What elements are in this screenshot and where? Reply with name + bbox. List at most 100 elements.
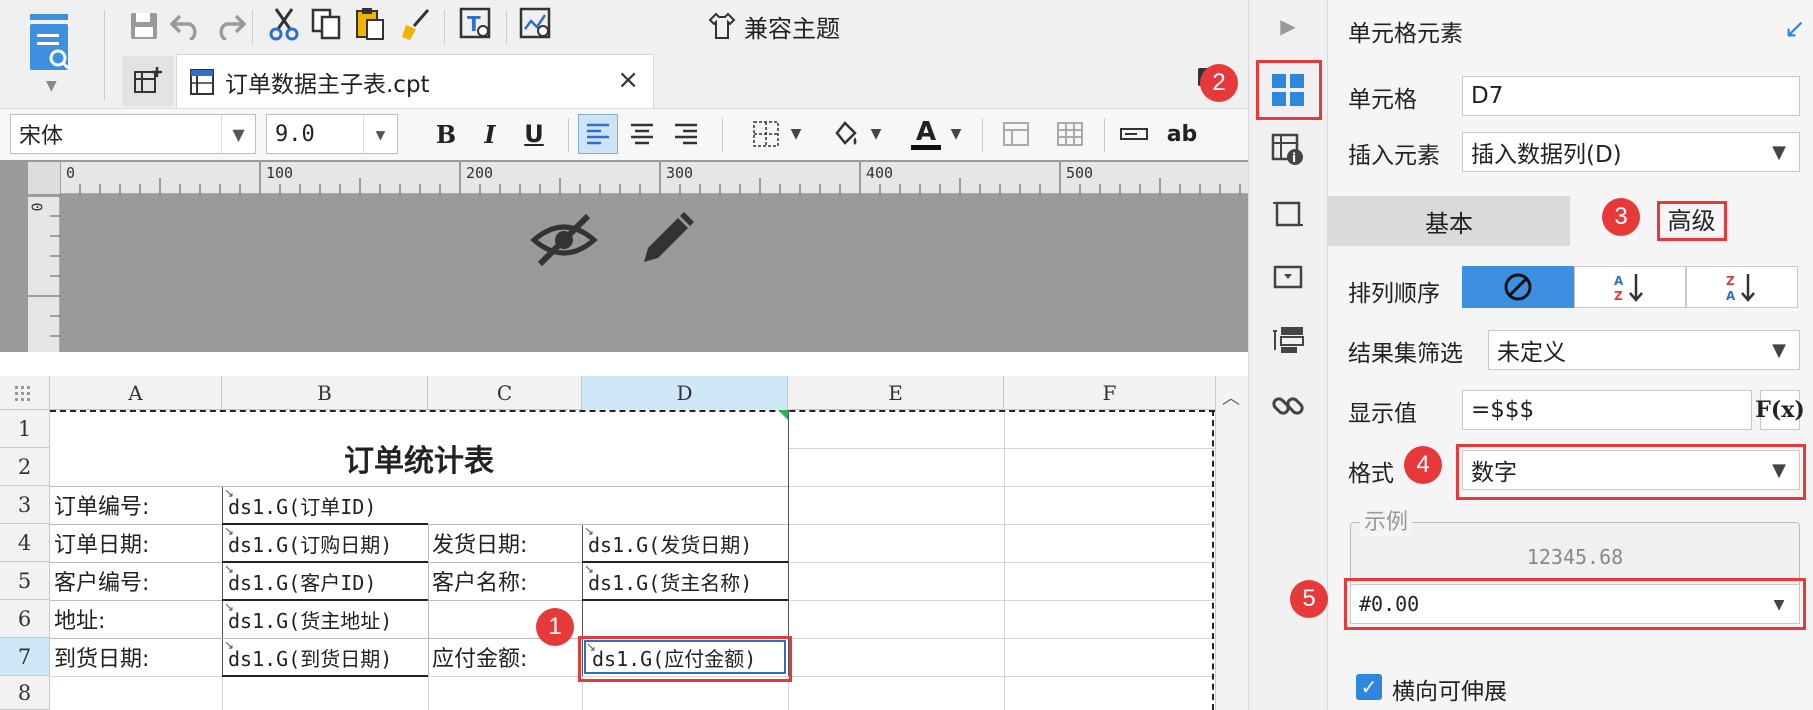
bold-button[interactable]: B <box>426 114 466 154</box>
fill-color-button[interactable] <box>826 114 866 154</box>
column-header-d[interactable]: D <box>582 376 788 410</box>
chevron-down-icon[interactable]: ▼ <box>944 114 968 154</box>
tab-advanced-label: 高级 <box>1656 201 1727 241</box>
toolbar-divider <box>444 10 445 44</box>
cell-b7[interactable]: ds1.G(到货日期) <box>222 638 428 676</box>
tab-close-icon[interactable]: × <box>617 65 639 95</box>
font-family-select[interactable]: 宋体 ▼ <box>10 114 256 154</box>
text-search-icon[interactable]: T <box>454 2 498 46</box>
cell-address-input[interactable]: D7 <box>1462 76 1800 116</box>
compat-theme-button[interactable]: 兼容主题 <box>708 8 840 44</box>
paste-icon[interactable] <box>348 2 392 46</box>
split-cells-button[interactable] <box>1050 114 1090 154</box>
condition-attribute-icon[interactable] <box>1266 318 1310 362</box>
row-header-8[interactable]: 8 <box>0 676 50 710</box>
cell-b6[interactable]: ds1.G(货主地址) <box>222 600 788 638</box>
cell-a3[interactable]: 订单编号: <box>50 486 222 524</box>
format-label: 格式 <box>1348 461 1394 487</box>
chart-search-icon[interactable] <box>514 2 558 46</box>
text-label-button[interactable]: ab <box>1162 114 1202 154</box>
font-size-select[interactable]: 9.0 ▼ <box>266 114 398 154</box>
column-header-a[interactable]: A <box>50 376 222 410</box>
tab-basic[interactable]: 基本 <box>1328 196 1570 246</box>
sort-ascending-button[interactable]: AZ <box>1574 266 1686 308</box>
row-header-6[interactable]: 6 <box>0 600 50 638</box>
column-header-b[interactable]: B <box>222 376 428 410</box>
cell-c4[interactable]: 发货日期: <box>428 524 582 562</box>
tab-file[interactable]: 订单数据主子表.cpt × <box>176 54 654 108</box>
row-header-5[interactable]: 5 <box>0 562 50 600</box>
format-divider <box>982 118 983 152</box>
column-header-e[interactable]: E <box>788 376 1004 410</box>
row-header-2[interactable]: 2 <box>0 448 50 486</box>
cell-d4[interactable]: ds1.G(发货日期) <box>582 524 788 562</box>
edit-pencil-icon[interactable] <box>636 210 696 270</box>
panel-dock-icon[interactable]: ↙ <box>1784 14 1806 44</box>
horizontal-expand-checkbox[interactable]: ✓ <box>1356 674 1382 700</box>
result-filter-select[interactable]: 未定义 ▼ <box>1488 330 1800 370</box>
hide-eye-icon[interactable] <box>530 212 598 268</box>
align-center-button[interactable] <box>622 114 662 154</box>
sort-order-label: 排列顺序 <box>1348 281 1440 307</box>
row-header-3[interactable]: 3 <box>0 486 50 524</box>
chevron-down-icon[interactable]: ▼ <box>1759 133 1799 171</box>
text-field-button[interactable] <box>1114 114 1154 154</box>
cell-attribute-icon[interactable]: i <box>1266 128 1310 172</box>
cell-a4[interactable]: 订单日期: <box>50 524 222 562</box>
align-left-button[interactable] <box>578 114 618 154</box>
save-icon[interactable] <box>122 4 166 48</box>
chevron-down-icon[interactable]: ▼ <box>1759 331 1799 369</box>
svg-text:A: A <box>1726 289 1736 302</box>
cell-b4[interactable]: ds1.G(订购日期) <box>222 524 428 562</box>
align-right-button[interactable] <box>666 114 706 154</box>
sort-none-button[interactable] <box>1462 266 1574 308</box>
font-color-button[interactable]: A <box>906 114 946 154</box>
vertical-scrollbar[interactable]: ︿ <box>1215 376 1248 710</box>
underline-button[interactable]: U <box>514 114 554 154</box>
cell-a7[interactable]: 到货日期: <box>50 638 222 676</box>
chevron-down-icon[interactable]: ▼ <box>221 115 255 153</box>
insert-element-select[interactable]: 插入数据列(D) ▼ <box>1462 132 1800 172</box>
data-column-marker: ↘ <box>584 562 595 576</box>
report-title-cell[interactable]: 订单统计表 <box>50 430 788 486</box>
cell-b3[interactable]: ds1.G(订单ID) <box>222 486 788 524</box>
logo-menu-caret-icon[interactable]: ▼ <box>46 78 57 94</box>
format-brush-icon[interactable] <box>394 2 438 46</box>
italic-button[interactable]: I <box>470 114 510 154</box>
cell-a5[interactable]: 客户编号: <box>50 562 222 600</box>
display-value-input[interactable]: =$$$ <box>1462 390 1752 430</box>
row-header-4[interactable]: 4 <box>0 524 50 562</box>
chevron-down-icon[interactable]: ▼ <box>363 115 397 153</box>
border-button[interactable] <box>746 114 786 154</box>
widget-icon[interactable] <box>1266 192 1310 236</box>
column-header-f[interactable]: F <box>1004 376 1215 410</box>
chevron-down-icon[interactable]: ▼ <box>784 114 808 154</box>
cut-icon[interactable] <box>262 2 306 46</box>
example-value: 12345.68 <box>1526 545 1624 569</box>
column-header-c[interactable]: C <box>428 376 582 410</box>
copy-icon[interactable] <box>304 2 348 46</box>
hyperlink-icon[interactable] <box>1266 384 1310 428</box>
cell-element-icon[interactable] <box>1266 68 1310 112</box>
sort-descending-button[interactable]: ZA <box>1686 266 1798 308</box>
chevron-down-icon[interactable]: ▼ <box>864 114 888 154</box>
cell-b5[interactable]: ds1.G(客户ID) <box>222 562 428 600</box>
row-header-1[interactable]: 1 <box>0 410 50 448</box>
cell-a6[interactable]: 地址: <box>50 600 222 638</box>
select-all-corner[interactable] <box>0 376 50 410</box>
cell-d5[interactable]: ds1.G(货主名称) <box>582 562 788 600</box>
redo-icon[interactable] <box>208 4 252 48</box>
undo-icon[interactable] <box>164 4 208 48</box>
callout-2: 2 <box>1200 64 1238 102</box>
formula-button[interactable]: F(x) <box>1755 390 1805 430</box>
new-tab-button[interactable] <box>122 56 174 106</box>
scroll-up-icon[interactable]: ︿ <box>1222 384 1240 410</box>
cell-c5[interactable]: 客户名称: <box>428 562 582 600</box>
result-filter-value: 未定义 <box>1497 340 1566 366</box>
collapse-arrow-icon[interactable]: ▶ <box>1266 4 1310 48</box>
merge-cells-button[interactable] <box>996 114 1036 154</box>
dropdown-widget-icon[interactable] <box>1266 256 1310 300</box>
page-boundary <box>50 410 1215 412</box>
app-logo-icon[interactable] <box>28 14 78 76</box>
row-header-7[interactable]: 7 <box>0 638 50 676</box>
